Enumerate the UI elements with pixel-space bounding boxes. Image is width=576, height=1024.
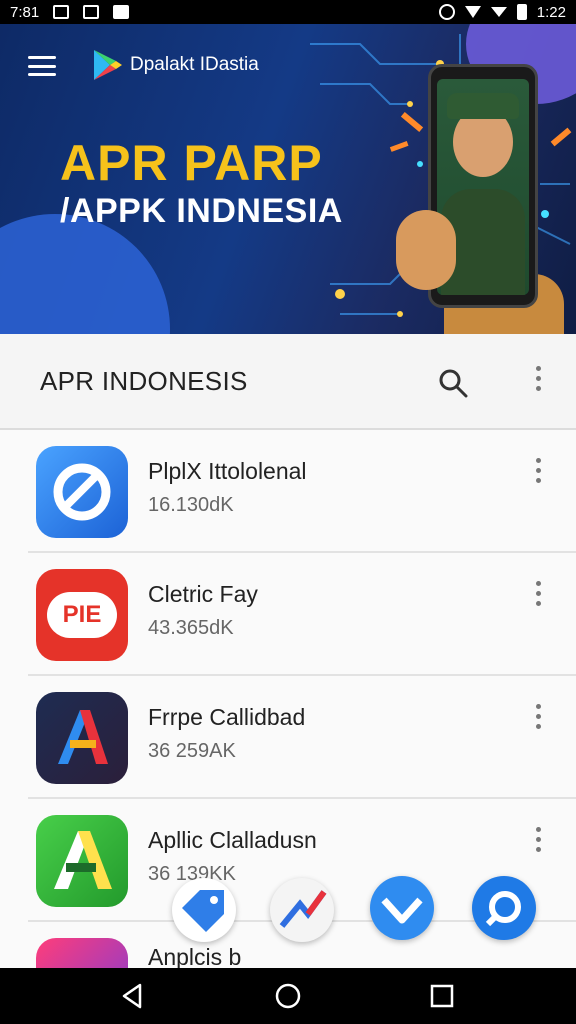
image-notification-icon <box>53 5 70 19</box>
letter-a-app-icon <box>36 692 128 784</box>
blue-loop-app-icon <box>36 446 128 538</box>
signal-icon <box>490 7 507 17</box>
green-a-app-icon <box>36 815 128 907</box>
app-size: 16.130dK <box>148 494 234 516</box>
pink-app-icon <box>36 938 128 968</box>
list-item[interactable]: PIE Cletric Fay 43.365dK <box>0 553 576 676</box>
navigation-bar <box>0 968 576 1024</box>
app-name: Frrpe Callidbad <box>148 704 306 730</box>
status-right: 1:22 <box>438 3 566 21</box>
search-ring-icon[interactable] <box>472 876 536 940</box>
banner-subheadline: /APPK INDNESIA <box>60 192 343 230</box>
pie-label: PIE <box>62 601 102 628</box>
alarm-icon <box>438 4 455 20</box>
app-size: 43.365dK <box>148 617 234 639</box>
pie-app-icon: PIE <box>36 569 128 661</box>
tag-icon[interactable] <box>172 878 236 942</box>
app-name: Cletric Fay <box>148 581 258 607</box>
person-hat <box>447 93 519 119</box>
app-list: PlplX Ittololenal 16.130dK PIE Cletric F… <box>0 430 576 968</box>
wifi-icon <box>464 6 481 18</box>
gallery-notification-icon <box>83 5 100 19</box>
search-icon[interactable] <box>438 368 468 398</box>
app-name: Apllic Clalladusn <box>148 827 317 853</box>
app-name: Anplcis b <box>148 944 242 968</box>
app-notification-icon <box>113 5 130 19</box>
brand-name: Dpalakt IDastia <box>130 54 259 75</box>
play-store-logo-icon <box>94 50 122 80</box>
list-item[interactable]: Frrpe Callidbad 36 259AK <box>0 676 576 799</box>
menu-icon[interactable] <box>28 56 56 76</box>
item-more-icon[interactable] <box>530 827 546 857</box>
share-arrow-icon[interactable] <box>270 878 334 942</box>
app-bar: APR INDONESIS <box>0 334 576 430</box>
list-item[interactable]: PlplX Ittololenal 16.130dK <box>0 430 576 553</box>
promo-banner[interactable]: Dpalakt IDastia APR PARP /APPK INDNESIA <box>0 24 576 334</box>
battery-icon <box>516 4 527 20</box>
brand: Dpalakt IDastia <box>92 48 259 82</box>
app-name: PlplX Ittololenal <box>148 458 307 484</box>
status-time: 1:22 <box>536 3 566 21</box>
pie-badge: PIE <box>47 592 117 638</box>
status-bar: 7:81 1:22 <box>0 0 576 24</box>
more-options-icon[interactable] <box>528 366 548 398</box>
hand-illustration <box>396 210 456 290</box>
banner-blob <box>0 214 170 334</box>
item-more-icon[interactable] <box>530 458 546 488</box>
recents-icon[interactable] <box>428 982 456 1010</box>
app-size: 36 259AK <box>148 740 236 762</box>
status-left: 7:81 <box>10 3 130 21</box>
item-more-icon[interactable] <box>530 704 546 734</box>
page-title: APR INDONESIS <box>40 365 248 396</box>
item-more-icon[interactable] <box>530 581 546 611</box>
check-chevron-icon[interactable] <box>370 876 434 940</box>
status-left-text: 7:81 <box>10 3 40 21</box>
banner-headline: APR PARP <box>60 135 323 191</box>
back-icon[interactable] <box>118 982 146 1010</box>
home-icon[interactable] <box>274 982 302 1010</box>
